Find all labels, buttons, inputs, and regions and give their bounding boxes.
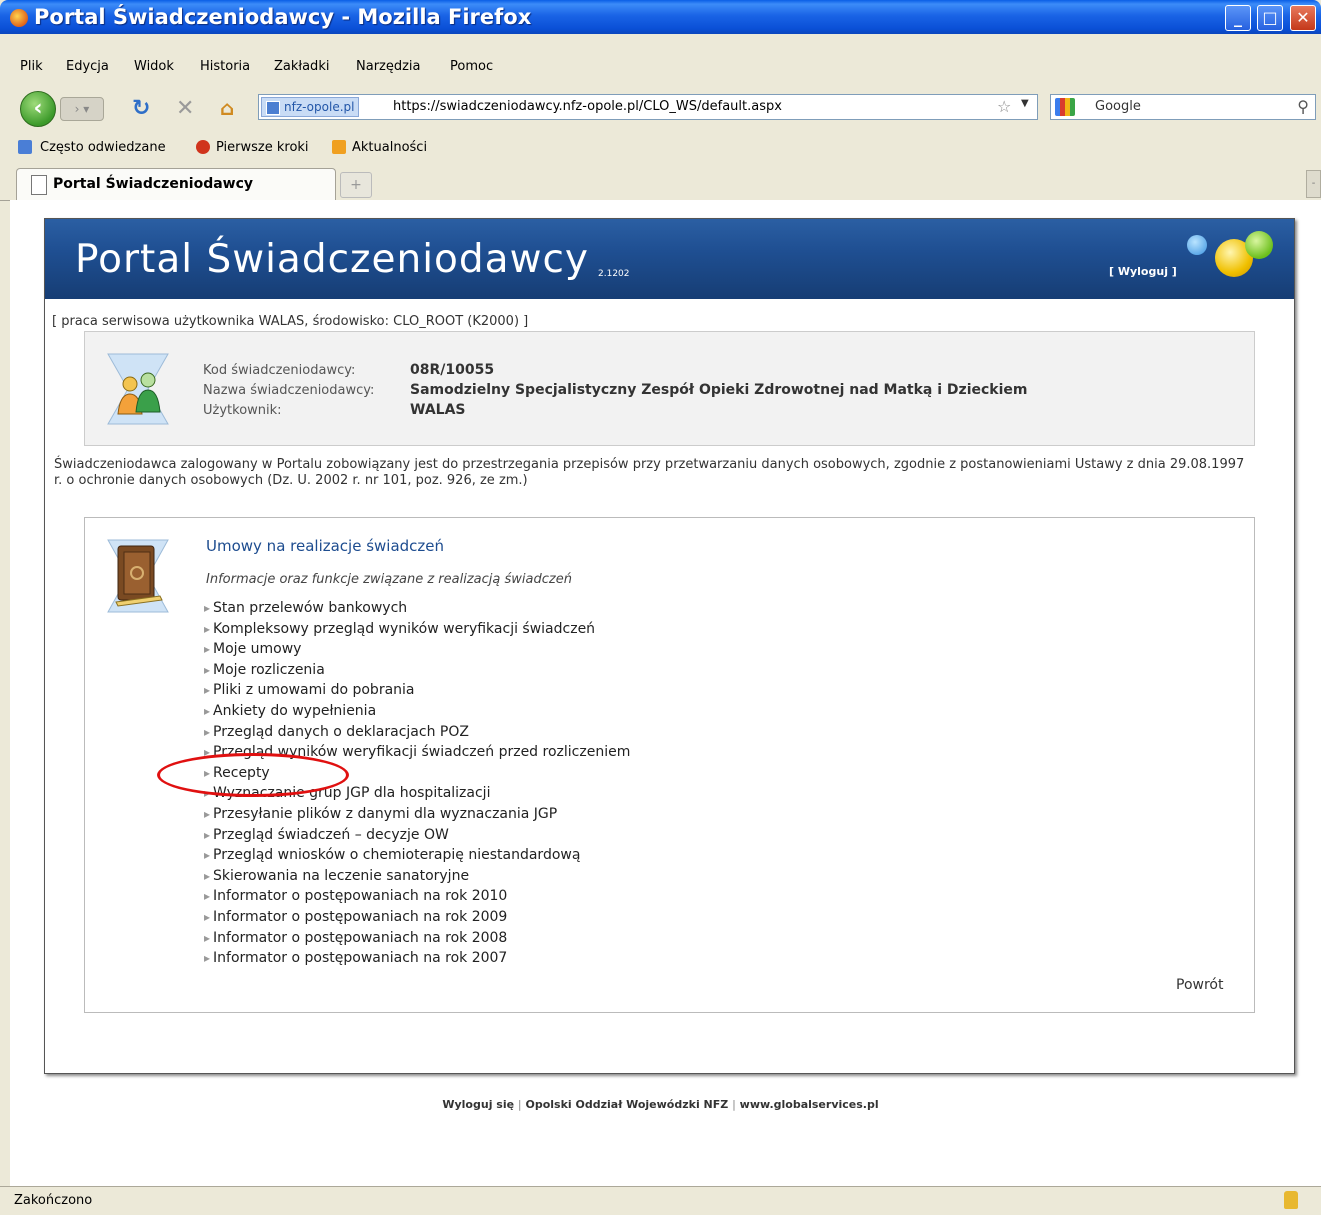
search-box[interactable]: Google ⚲ [1050, 94, 1316, 120]
tab-portal[interactable]: Portal Świadczeniodawcy [16, 168, 336, 200]
provider-name-value: Samodzielny Specjalistyczny Zespół Opiek… [410, 382, 1028, 398]
menu-history[interactable]: Historia [200, 59, 250, 74]
link-informator-2009[interactable]: Informator o postępowaniach na rok 2009 [204, 907, 630, 928]
menu-file[interactable]: Plik [20, 59, 43, 74]
session-info: [ praca serwisowa użytkownika WALAS, śro… [52, 314, 529, 329]
portal-footer: Wyloguj się | Opolski Oddział Wojewódzki… [0, 1098, 1321, 1111]
logo-blue-ball-icon [1187, 235, 1207, 255]
menu-edit[interactable]: Edycja [66, 59, 109, 74]
url-bar[interactable]: nfz-opole.pl https://swiadczeniodawcy.nf… [258, 94, 1038, 120]
url-dropdown-icon[interactable]: ▼ [1021, 98, 1029, 109]
new-tab-button[interactable]: + [340, 172, 372, 198]
bookmark-latest-news[interactable]: Aktualności [352, 140, 427, 155]
most-visited-icon [18, 140, 32, 154]
forward-button[interactable]: › ▾ [60, 97, 104, 121]
link-informator-2010[interactable]: Informator o postępowaniach na rok 2010 [204, 886, 630, 907]
link-my-settlements[interactable]: Moje rozliczenia [204, 660, 630, 681]
footer-site-link[interactable]: www.globalservices.pl [740, 1098, 879, 1111]
menu-view[interactable]: Widok [134, 59, 174, 74]
user-value: WALAS [410, 402, 466, 418]
section-title[interactable]: Umowy na realizacje świadczeń [206, 537, 444, 555]
user-label: Użytkownik: [203, 403, 282, 418]
portal-version: 2.1202 [598, 269, 630, 279]
logout-link[interactable]: [ Wyloguj ] [1109, 265, 1177, 278]
firefox-window: Portal Świadczeniodawcy - Mozilla Firefo… [0, 0, 1321, 1215]
menu-bar: Plik Edycja Widok Historia Zakładki Narz… [0, 56, 1321, 80]
provider-people-icon [107, 353, 169, 425]
link-ow-decisions[interactable]: Przegląd świadczeń – decyzje OW [204, 825, 630, 846]
home-icon[interactable]: ⌂ [220, 96, 234, 120]
link-jgp-files[interactable]: Przesyłanie plików z danymi dla wyznacza… [204, 804, 630, 825]
tab-label: Portal Świadczeniodawcy [53, 176, 254, 192]
menu-tools[interactable]: Narzędzia [356, 59, 421, 74]
search-input[interactable]: Google [1095, 99, 1141, 114]
portal-banner: Portal Świadczeniodawcy 2.1202 [ Wyloguj… [45, 219, 1294, 299]
minimize-button[interactable]: _ [1225, 5, 1251, 31]
link-informator-2007[interactable]: Informator o postępowaniach na rok 2007 [204, 948, 630, 969]
window-title: Portal Świadczeniodawcy - Mozilla Firefo… [34, 5, 532, 29]
stop-icon[interactable]: ✕ [176, 96, 194, 121]
link-contract-files[interactable]: Pliki z umowami do pobrania [204, 680, 630, 701]
page-icon [31, 175, 47, 195]
ssl-lock-icon[interactable] [1284, 1191, 1298, 1209]
link-verification-review[interactable]: Kompleksowy przegląd wyników weryfikacji… [204, 619, 630, 640]
logo-green-ball-icon [1245, 231, 1273, 259]
portal-title: Portal Świadczeniodawcy [75, 237, 589, 282]
bookmark-most-visited[interactable]: Często odwiedzane [40, 140, 166, 155]
menu-bookmarks[interactable]: Zakładki [274, 59, 329, 74]
footer-separator: | [732, 1098, 736, 1111]
footer-logout-link[interactable]: Wyloguj się [442, 1098, 514, 1111]
reload-icon[interactable]: ↻ [132, 96, 150, 121]
provider-code-label: Kod świadczeniodawcy: [203, 363, 356, 378]
site-identity-badge[interactable]: nfz-opole.pl [261, 97, 360, 117]
back-button[interactable]: ‹ [20, 91, 56, 127]
getting-started-icon [196, 140, 210, 154]
link-sanatorium-referrals[interactable]: Skierowania na leczenie sanatoryjne [204, 866, 630, 887]
footer-separator: | [517, 1098, 522, 1111]
back-link[interactable]: Powrót [1176, 977, 1223, 993]
menu-help[interactable]: Pomoc [450, 59, 493, 74]
highlight-circle [157, 753, 349, 797]
provider-code-value: 08R/10055 [410, 362, 495, 378]
status-text: Zakończono [14, 1193, 93, 1208]
link-my-contracts[interactable]: Moje umowy [204, 639, 630, 660]
rss-icon [332, 140, 346, 154]
title-bar: Portal Świadczeniodawcy - Mozilla Firefo… [0, 0, 1321, 34]
link-surveys[interactable]: Ankiety do wypełnienia [204, 701, 630, 722]
google-engine-icon[interactable] [1055, 98, 1075, 116]
firefox-icon [10, 9, 28, 27]
status-bar: Zakończono [0, 1186, 1321, 1215]
url-input[interactable]: https://swiadczeniodawcy.nfz-opole.pl/CL… [393, 99, 782, 114]
bookmark-star-icon[interactable]: ☆ [997, 97, 1011, 116]
search-icon[interactable]: ⚲ [1297, 97, 1309, 116]
link-poz-declarations[interactable]: Przegląd danych o deklaracjach POZ [204, 722, 630, 743]
section-subtitle: Informacje oraz funkcje związane z reali… [206, 572, 572, 587]
close-button[interactable]: ✕ [1290, 5, 1316, 31]
link-bank-transfers[interactable]: Stan przelewów bankowych [204, 598, 630, 619]
maximize-button[interactable]: □ [1257, 5, 1283, 31]
link-chemotherapy-requests[interactable]: Przegląd wniosków o chemioterapię niesta… [204, 845, 630, 866]
provider-name-label: Nazwa świadczeniodawcy: [203, 383, 375, 398]
bookmark-getting-started[interactable]: Pierwsze kroki [216, 140, 309, 155]
link-informator-2008[interactable]: Informator o postępowaniach na rok 2008 [204, 928, 630, 949]
tab-scroll-button[interactable]: - [1306, 170, 1321, 198]
data-protection-notice: Świadczeniodawca zalogowany w Portalu zo… [54, 457, 1245, 488]
contracts-book-icon [107, 539, 169, 613]
footer-branch-link[interactable]: Opolski Oddział Wojewódzki NFZ [525, 1098, 728, 1111]
